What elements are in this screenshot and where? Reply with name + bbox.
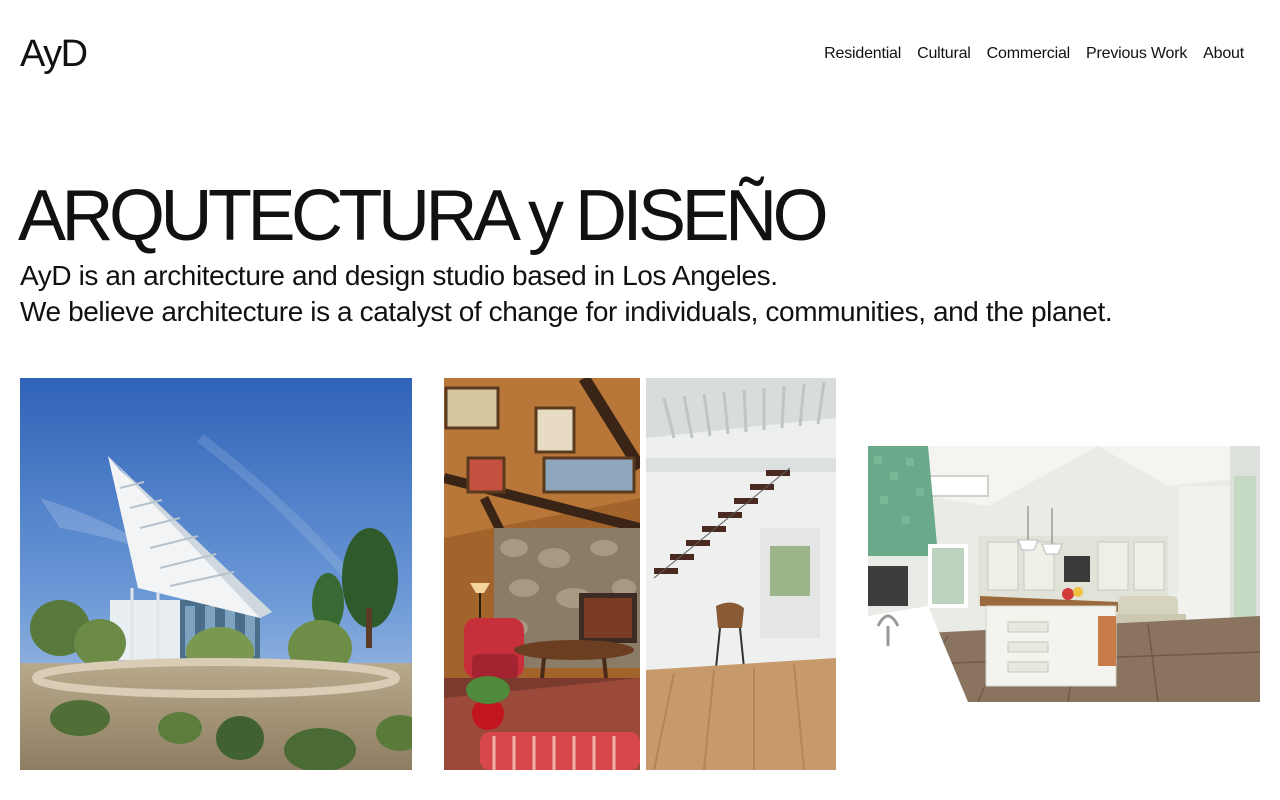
intro-text: AyD is an architecture and design studio… bbox=[20, 258, 1113, 330]
project-image-building-exterior[interactable] bbox=[20, 378, 412, 770]
nav-residential[interactable]: Residential bbox=[824, 44, 901, 64]
nav-commercial[interactable]: Commercial bbox=[987, 44, 1071, 64]
site-logo[interactable]: AyD bbox=[20, 34, 88, 74]
nav-cultural[interactable]: Cultural bbox=[917, 44, 971, 64]
site-header: AyD Residential Cultural Commercial Prev… bbox=[20, 30, 1260, 80]
building-exterior-photo bbox=[20, 378, 412, 770]
main-nav: Residential Cultural Commercial Previous… bbox=[824, 44, 1244, 64]
interiors-photo bbox=[444, 378, 836, 770]
kitchen-photo bbox=[868, 446, 1260, 702]
intro-line-1: AyD is an architecture and design studio… bbox=[20, 260, 778, 291]
nav-previous-work[interactable]: Previous Work bbox=[1086, 44, 1187, 64]
project-image-interiors[interactable] bbox=[444, 378, 836, 770]
project-image-kitchen[interactable] bbox=[868, 446, 1260, 702]
nav-about[interactable]: About bbox=[1203, 44, 1244, 64]
hero-title: ARQUTECTURA y DISEÑO bbox=[18, 176, 829, 256]
intro-line-2: We believe architecture is a catalyst of… bbox=[20, 296, 1113, 327]
